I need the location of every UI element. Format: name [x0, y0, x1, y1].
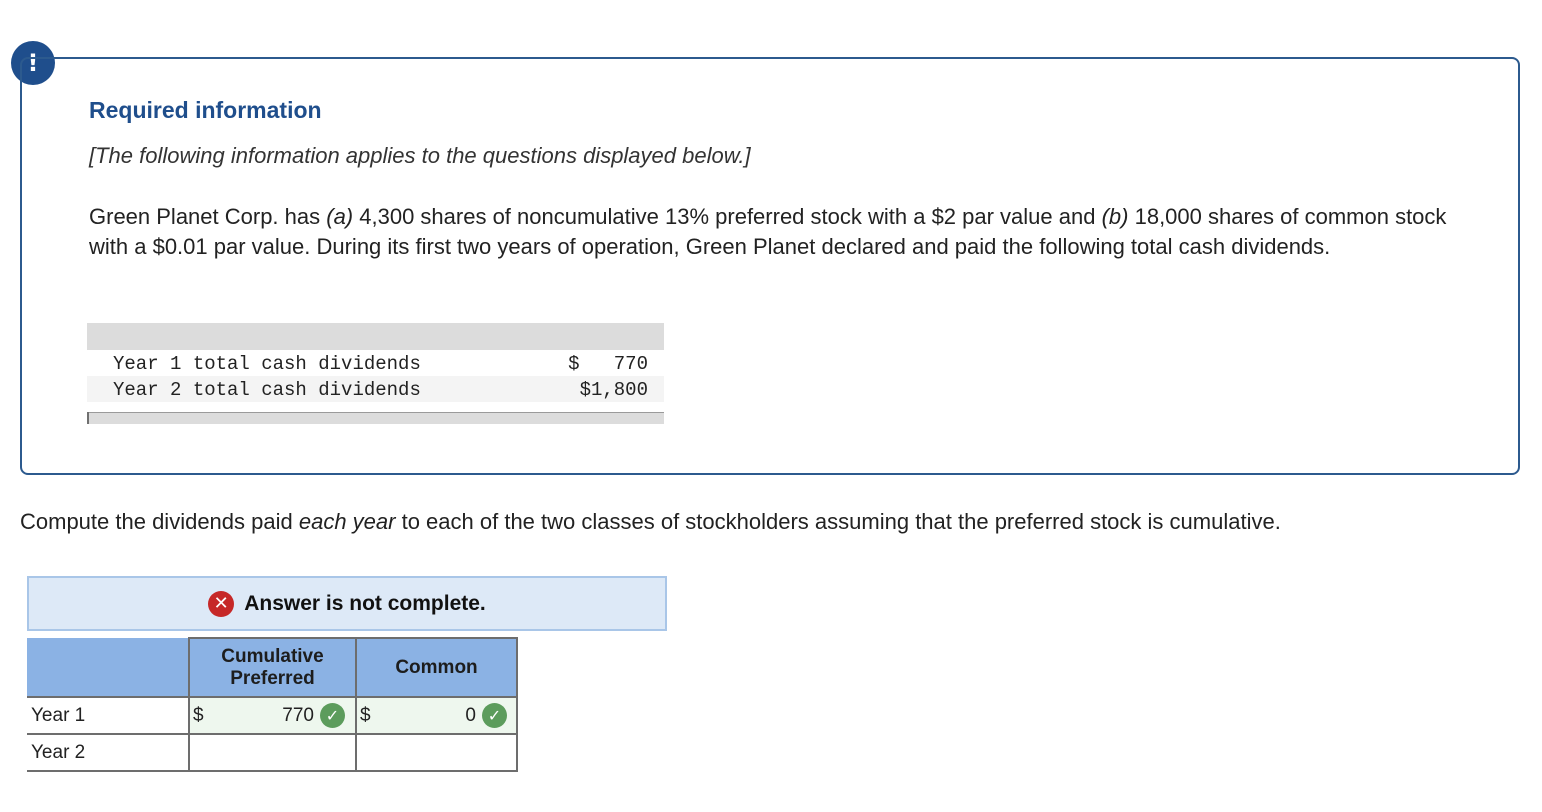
- question-prompt: Compute the dividends paid each year to …: [20, 509, 1281, 535]
- x-icon: ✕: [208, 590, 235, 617]
- info-paragraph-part-2: 4,300 shares of noncumulative 13% prefer…: [353, 204, 1102, 229]
- answer-table: Cumulative Preferred Common Year 1 $ 770…: [27, 637, 518, 772]
- answer-status-text: Answer is not complete.: [244, 591, 486, 615]
- dividends-table-header-bar: [87, 323, 664, 350]
- dividends-table: Year 1 total cash dividends $ 770 Year 2…: [87, 323, 664, 424]
- row-label-year-2: Year 2: [27, 734, 189, 772]
- check-icon: ✓: [482, 703, 507, 728]
- info-paragraph: Green Planet Corp. has (a) 4,300 shares …: [89, 202, 1484, 262]
- dividends-row-amount: $ 770: [568, 353, 648, 375]
- year-1-common-cell: $ 0 ✓: [355, 696, 518, 735]
- answer-table-header-row: Cumulative Preferred Common: [27, 637, 518, 697]
- dividends-row-label: Year 1 total cash dividends: [113, 353, 421, 375]
- marker-b: (b): [1101, 204, 1129, 229]
- header-blank: [27, 638, 189, 697]
- info-subtitle: [The following information applies to th…: [89, 143, 751, 168]
- year-2-preferred-cell: [188, 734, 356, 772]
- year-1-preferred-value: 770: [282, 705, 314, 726]
- dividends-table-footer-bar: [87, 412, 664, 424]
- table-row: Year 2: [27, 734, 518, 772]
- year-1-common-value: 0: [465, 705, 476, 726]
- question-emphasis: each year: [298, 509, 396, 534]
- table-row: Year 1 $ 770 ✓ $ 0 ✓: [27, 696, 518, 735]
- info-title: Required information: [89, 97, 322, 123]
- dividends-row: Year 1 total cash dividends $ 770: [87, 350, 664, 376]
- header-cumulative-preferred: Cumulative Preferred: [188, 637, 356, 697]
- question-part-2: to each of the two classes of stockholde…: [395, 509, 1281, 534]
- year-1-common-input[interactable]: $ 0 ✓: [357, 698, 516, 733]
- dividends-row-label: Year 2 total cash dividends: [113, 379, 421, 401]
- info-paragraph-part-1: Green Planet Corp. has: [89, 204, 327, 229]
- year-2-common-input[interactable]: [357, 735, 516, 770]
- year-1-preferred-input[interactable]: $ 770 ✓: [190, 698, 355, 733]
- currency-symbol: $: [193, 705, 204, 726]
- answer-status-banner: ✕ Answer is not complete.: [27, 576, 667, 631]
- marker-a: (a): [326, 204, 354, 229]
- dividends-row: Year 2 total cash dividends $1,800: [87, 376, 664, 402]
- dividends-row-amount: $1,800: [579, 379, 648, 401]
- check-icon: ✓: [320, 703, 345, 728]
- dividends-table-divider: [87, 412, 89, 424]
- header-common: Common: [355, 637, 518, 697]
- year-2-common-cell: [355, 734, 518, 772]
- year-1-preferred-cell: $ 770 ✓: [188, 696, 356, 735]
- currency-symbol: $: [360, 705, 371, 726]
- year-2-preferred-input[interactable]: [190, 735, 355, 770]
- question-part-1: Compute the dividends paid: [20, 509, 299, 534]
- row-label-year-1: Year 1: [27, 696, 189, 735]
